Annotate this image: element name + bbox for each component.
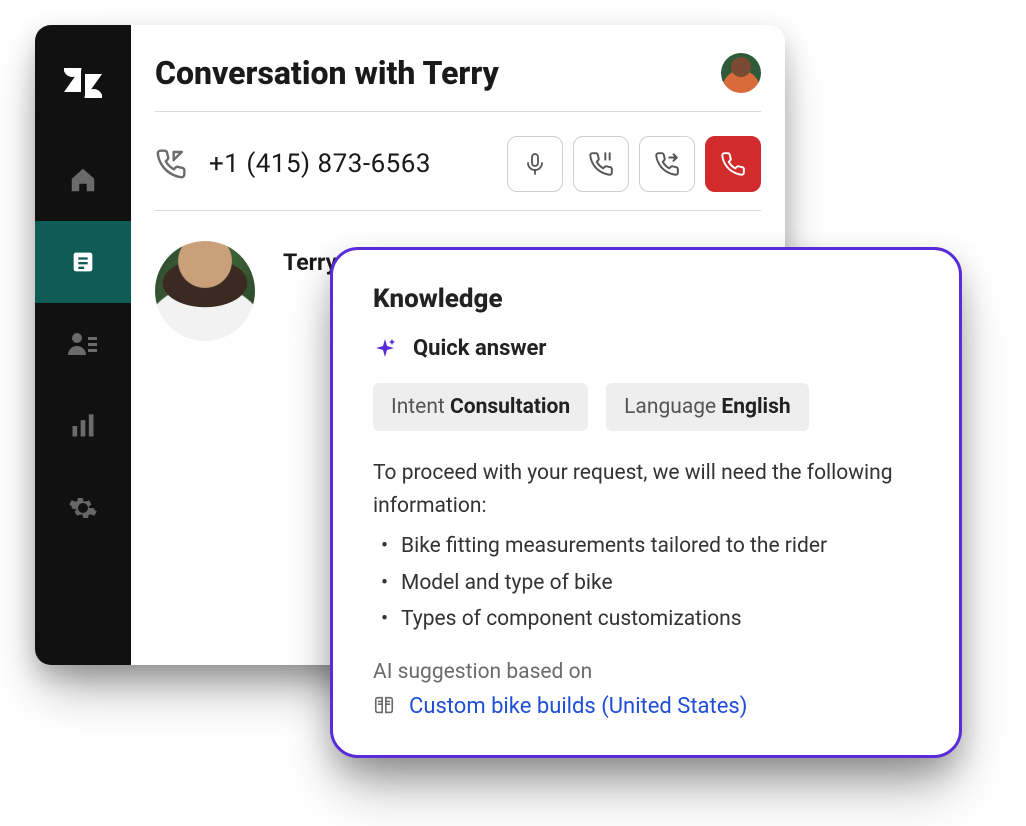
transfer-button[interactable] xyxy=(639,136,695,192)
answer-bullet: Bike fitting measurements tailored to th… xyxy=(401,530,919,563)
language-label: Language xyxy=(624,395,716,419)
knowledge-card: Knowledge Quick answer Intent Consultati… xyxy=(330,247,962,758)
language-value: English xyxy=(721,395,790,419)
zendesk-logo-icon xyxy=(63,63,103,103)
agent-avatar[interactable] xyxy=(721,53,761,93)
quick-answer-label: Quick answer xyxy=(413,336,547,361)
sparkle-icon xyxy=(373,337,397,361)
nav-ticket[interactable] xyxy=(35,221,131,303)
caller-avatar[interactable] xyxy=(155,241,255,341)
article-icon xyxy=(373,695,395,717)
incoming-call-icon xyxy=(155,148,187,180)
language-chip[interactable]: Language English xyxy=(606,383,809,431)
nav-reports[interactable] xyxy=(35,385,131,467)
answer-body: To proceed with your request, we will ne… xyxy=(373,457,919,636)
source-label: AI suggestion based on xyxy=(373,660,919,684)
nav-settings[interactable] xyxy=(35,467,131,549)
hangup-button[interactable] xyxy=(705,136,761,192)
sidebar xyxy=(35,25,131,665)
quick-answer-row: Quick answer xyxy=(373,336,919,361)
answer-bullet: Types of component customizations xyxy=(401,603,919,636)
mute-button[interactable] xyxy=(507,136,563,192)
nav-home[interactable] xyxy=(35,139,131,221)
intent-chip[interactable]: Intent Consultation xyxy=(373,383,588,431)
nav-users[interactable] xyxy=(35,303,131,385)
source-link[interactable]: Custom bike builds (United States) xyxy=(409,694,747,719)
call-bar: +1 (415) 873-6563 xyxy=(131,112,785,192)
intent-value: Consultation xyxy=(450,395,570,419)
knowledge-heading: Knowledge xyxy=(373,284,919,314)
intent-label: Intent xyxy=(391,395,445,419)
answer-bullets: Bike fitting measurements tailored to th… xyxy=(373,530,919,636)
phone-number: +1 (415) 873-6563 xyxy=(209,149,485,179)
page-title: Conversation with Terry xyxy=(155,54,499,92)
answer-bullet: Model and type of bike xyxy=(401,567,919,600)
hold-button[interactable] xyxy=(573,136,629,192)
answer-intro: To proceed with your request, we will ne… xyxy=(373,457,919,522)
